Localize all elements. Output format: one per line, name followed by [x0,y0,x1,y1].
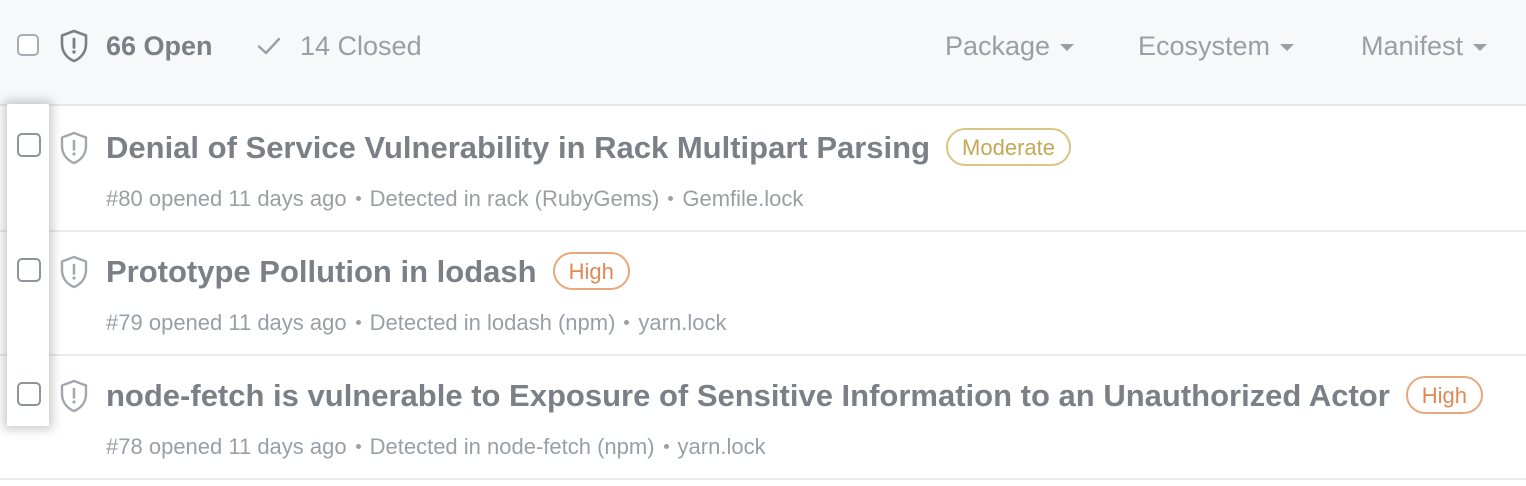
alert-row[interactable]: node-fetch is vulnerable to Exposure of … [0,356,1526,480]
alert-number: #79 [106,310,143,335]
ecosystem-filter-label: Ecosystem [1138,30,1271,61]
alert-checkbox[interactable] [17,133,41,157]
alert-number: #78 [106,434,143,459]
shield-alert-icon [60,379,88,413]
caret-down-icon [1060,44,1075,51]
shield-alert-icon [60,131,88,165]
caret-down-icon [1473,44,1488,51]
alert-manifest: yarn.lock [677,434,766,459]
alert-detected: Detected in rack (RubyGems) [369,186,660,211]
alert-manifest: yarn.lock [638,310,727,335]
separator-dot [668,195,674,201]
alert-opened: opened 11 days ago [148,186,347,211]
alert-manifest: Gemfile.lock [682,186,804,211]
alert-opened: opened 11 days ago [148,310,347,335]
separator-dot [355,195,361,201]
separator-dot [355,443,361,449]
separator-dot [624,319,630,325]
open-alerts-tab[interactable]: 66 Open [106,30,213,62]
closed-alerts-tab[interactable]: 14 Closed [256,30,422,62]
severity-badge: Moderate [946,127,1071,166]
alert-checkbox[interactable] [17,258,41,282]
alert-opened: opened 11 days ago [148,434,347,459]
shield-alert-icon [60,255,88,289]
package-filter-label: Package [945,30,1051,61]
closed-alerts-label: 14 Closed [300,30,422,61]
alert-meta: #78 opened 11 days ago Detected in node-f… [106,433,766,461]
alert-title-link[interactable]: node-fetch is vulnerable to Exposure of … [106,378,1390,413]
manifest-filter-label: Manifest [1361,30,1464,61]
dependabot-alerts-list: 66 Open 14 Closed Package Ecosystem Mani… [0,0,1526,486]
ecosystem-filter[interactable]: Ecosystem [1138,30,1295,62]
alert-checkbox[interactable] [17,382,41,406]
select-all-checkbox[interactable] [17,34,39,56]
check-icon [257,37,281,55]
package-filter[interactable]: Package [945,30,1075,62]
alert-title-link[interactable]: Prototype Pollution in lodash [106,254,537,289]
alert-row[interactable]: Prototype Pollution in lodash High #79 op… [0,232,1526,356]
alert-title-line: Denial of Service Vulnerability in Rack … [106,127,1071,169]
alert-title-line: Prototype Pollution in lodash High [106,251,630,293]
severity-badge: High [1405,375,1484,414]
alert-detected: Detected in node-fetch (npm) [369,434,655,459]
alert-meta: #80 opened 11 days ago Detected in rack (… [106,185,803,213]
alerts-header: 66 Open 14 Closed Package Ecosystem Mani… [0,0,1526,106]
manifest-filter[interactable]: Manifest [1361,30,1488,62]
alert-row[interactable]: Denial of Service Vulnerability in Rack … [0,108,1526,232]
alert-title-line: node-fetch is vulnerable to Exposure of … [106,375,1484,417]
severity-badge: High [552,251,630,290]
alert-detected: Detected in lodash (npm) [369,310,616,335]
caret-down-icon [1280,44,1295,51]
separator-dot [355,319,361,325]
alert-meta: #79 opened 11 days ago Detected in lodash… [106,309,726,337]
alert-number: #80 [106,186,143,211]
alert-title-link[interactable]: Denial of Service Vulnerability in Rack … [106,130,930,165]
shield-alert-icon [60,29,88,63]
separator-dot [663,443,669,449]
